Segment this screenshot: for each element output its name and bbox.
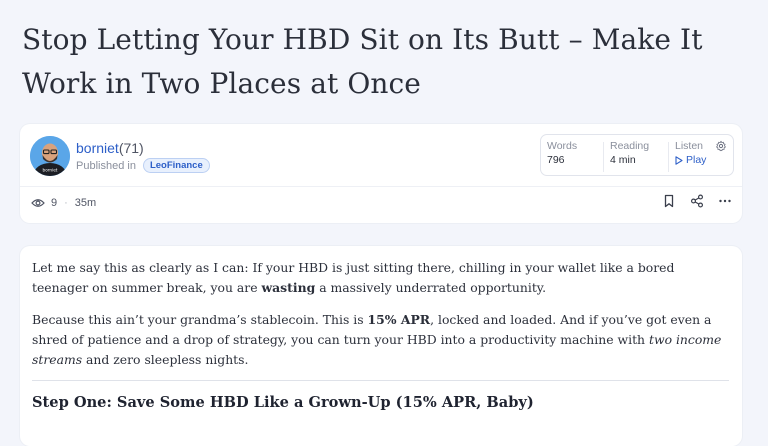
share-button[interactable]: [690, 194, 704, 208]
author-link[interactable]: borniet(71): [76, 140, 144, 156]
stat-divider: [603, 142, 604, 172]
words-label: Words: [547, 140, 578, 152]
more-options-button[interactable]: [718, 194, 732, 208]
post-body-card: Let me say this as clearly as I can: If …: [20, 246, 742, 446]
stat-listen: Listen Play: [668, 140, 706, 172]
post-age: 35m: [74, 197, 97, 209]
play-icon: [675, 155, 683, 165]
listen-play-button[interactable]: Play: [675, 154, 706, 166]
meta-divider: [20, 186, 742, 187]
post-title: Stop Letting Your HBD Sit on Its Butt – …: [22, 23, 703, 100]
stat-divider: [668, 142, 669, 172]
section-heading: Step One: Save Some HBD Like a Grown-Up …: [32, 394, 534, 411]
p2-bold: 15% APR: [367, 312, 431, 327]
p2-text-c: and zero sleepless nights.: [82, 352, 249, 367]
p1-text-b: a massively underrated opportunity.: [315, 280, 547, 295]
paragraph-2: Because this ain’t your grandma’s stable…: [32, 310, 727, 370]
bookmark-icon: [664, 194, 674, 208]
community-badge[interactable]: LeoFinance: [142, 158, 210, 173]
published-label: Published in: [76, 159, 136, 172]
post-stats-box: Words 796 Reading 4 min Listen Play: [540, 134, 734, 176]
post-meta-card: borniet borniet(71) Published in LeoFina…: [20, 124, 742, 223]
author-reputation: (71): [118, 140, 144, 156]
author-name[interactable]: borniet: [76, 140, 119, 156]
reading-label: Reading: [610, 140, 650, 152]
paragraph-1: Let me say this as clearly as I can: If …: [32, 258, 727, 298]
reading-value: 4 min: [610, 154, 636, 166]
share-icon: [691, 194, 704, 208]
bookmark-button[interactable]: [662, 194, 676, 208]
horizontal-rule: [32, 380, 729, 381]
author-avatar[interactable]: borniet: [30, 136, 70, 176]
engagement-row: 9 · 35m: [31, 197, 96, 209]
avatar-image: borniet: [30, 136, 70, 176]
gear-icon[interactable]: [715, 140, 727, 152]
listen-play-label: Play: [686, 154, 707, 166]
p1-bold: wasting: [261, 280, 316, 295]
listen-label: Listen: [675, 140, 704, 152]
p2-text-a: Because this ain’t your grandma’s stable…: [32, 312, 368, 327]
eye-icon: [31, 199, 45, 207]
separator-dot: ·: [64, 197, 68, 209]
more-dots-icon: [719, 199, 731, 203]
stat-reading: Reading 4 min: [603, 140, 650, 172]
post-actions: [662, 194, 732, 208]
words-value: 796: [547, 154, 565, 166]
avatar-shirt-text: borniet: [43, 168, 58, 173]
stat-words: Words 796: [547, 140, 577, 166]
published-in: Published in LeoFinance: [76, 158, 210, 173]
views-count: 9: [51, 197, 58, 209]
